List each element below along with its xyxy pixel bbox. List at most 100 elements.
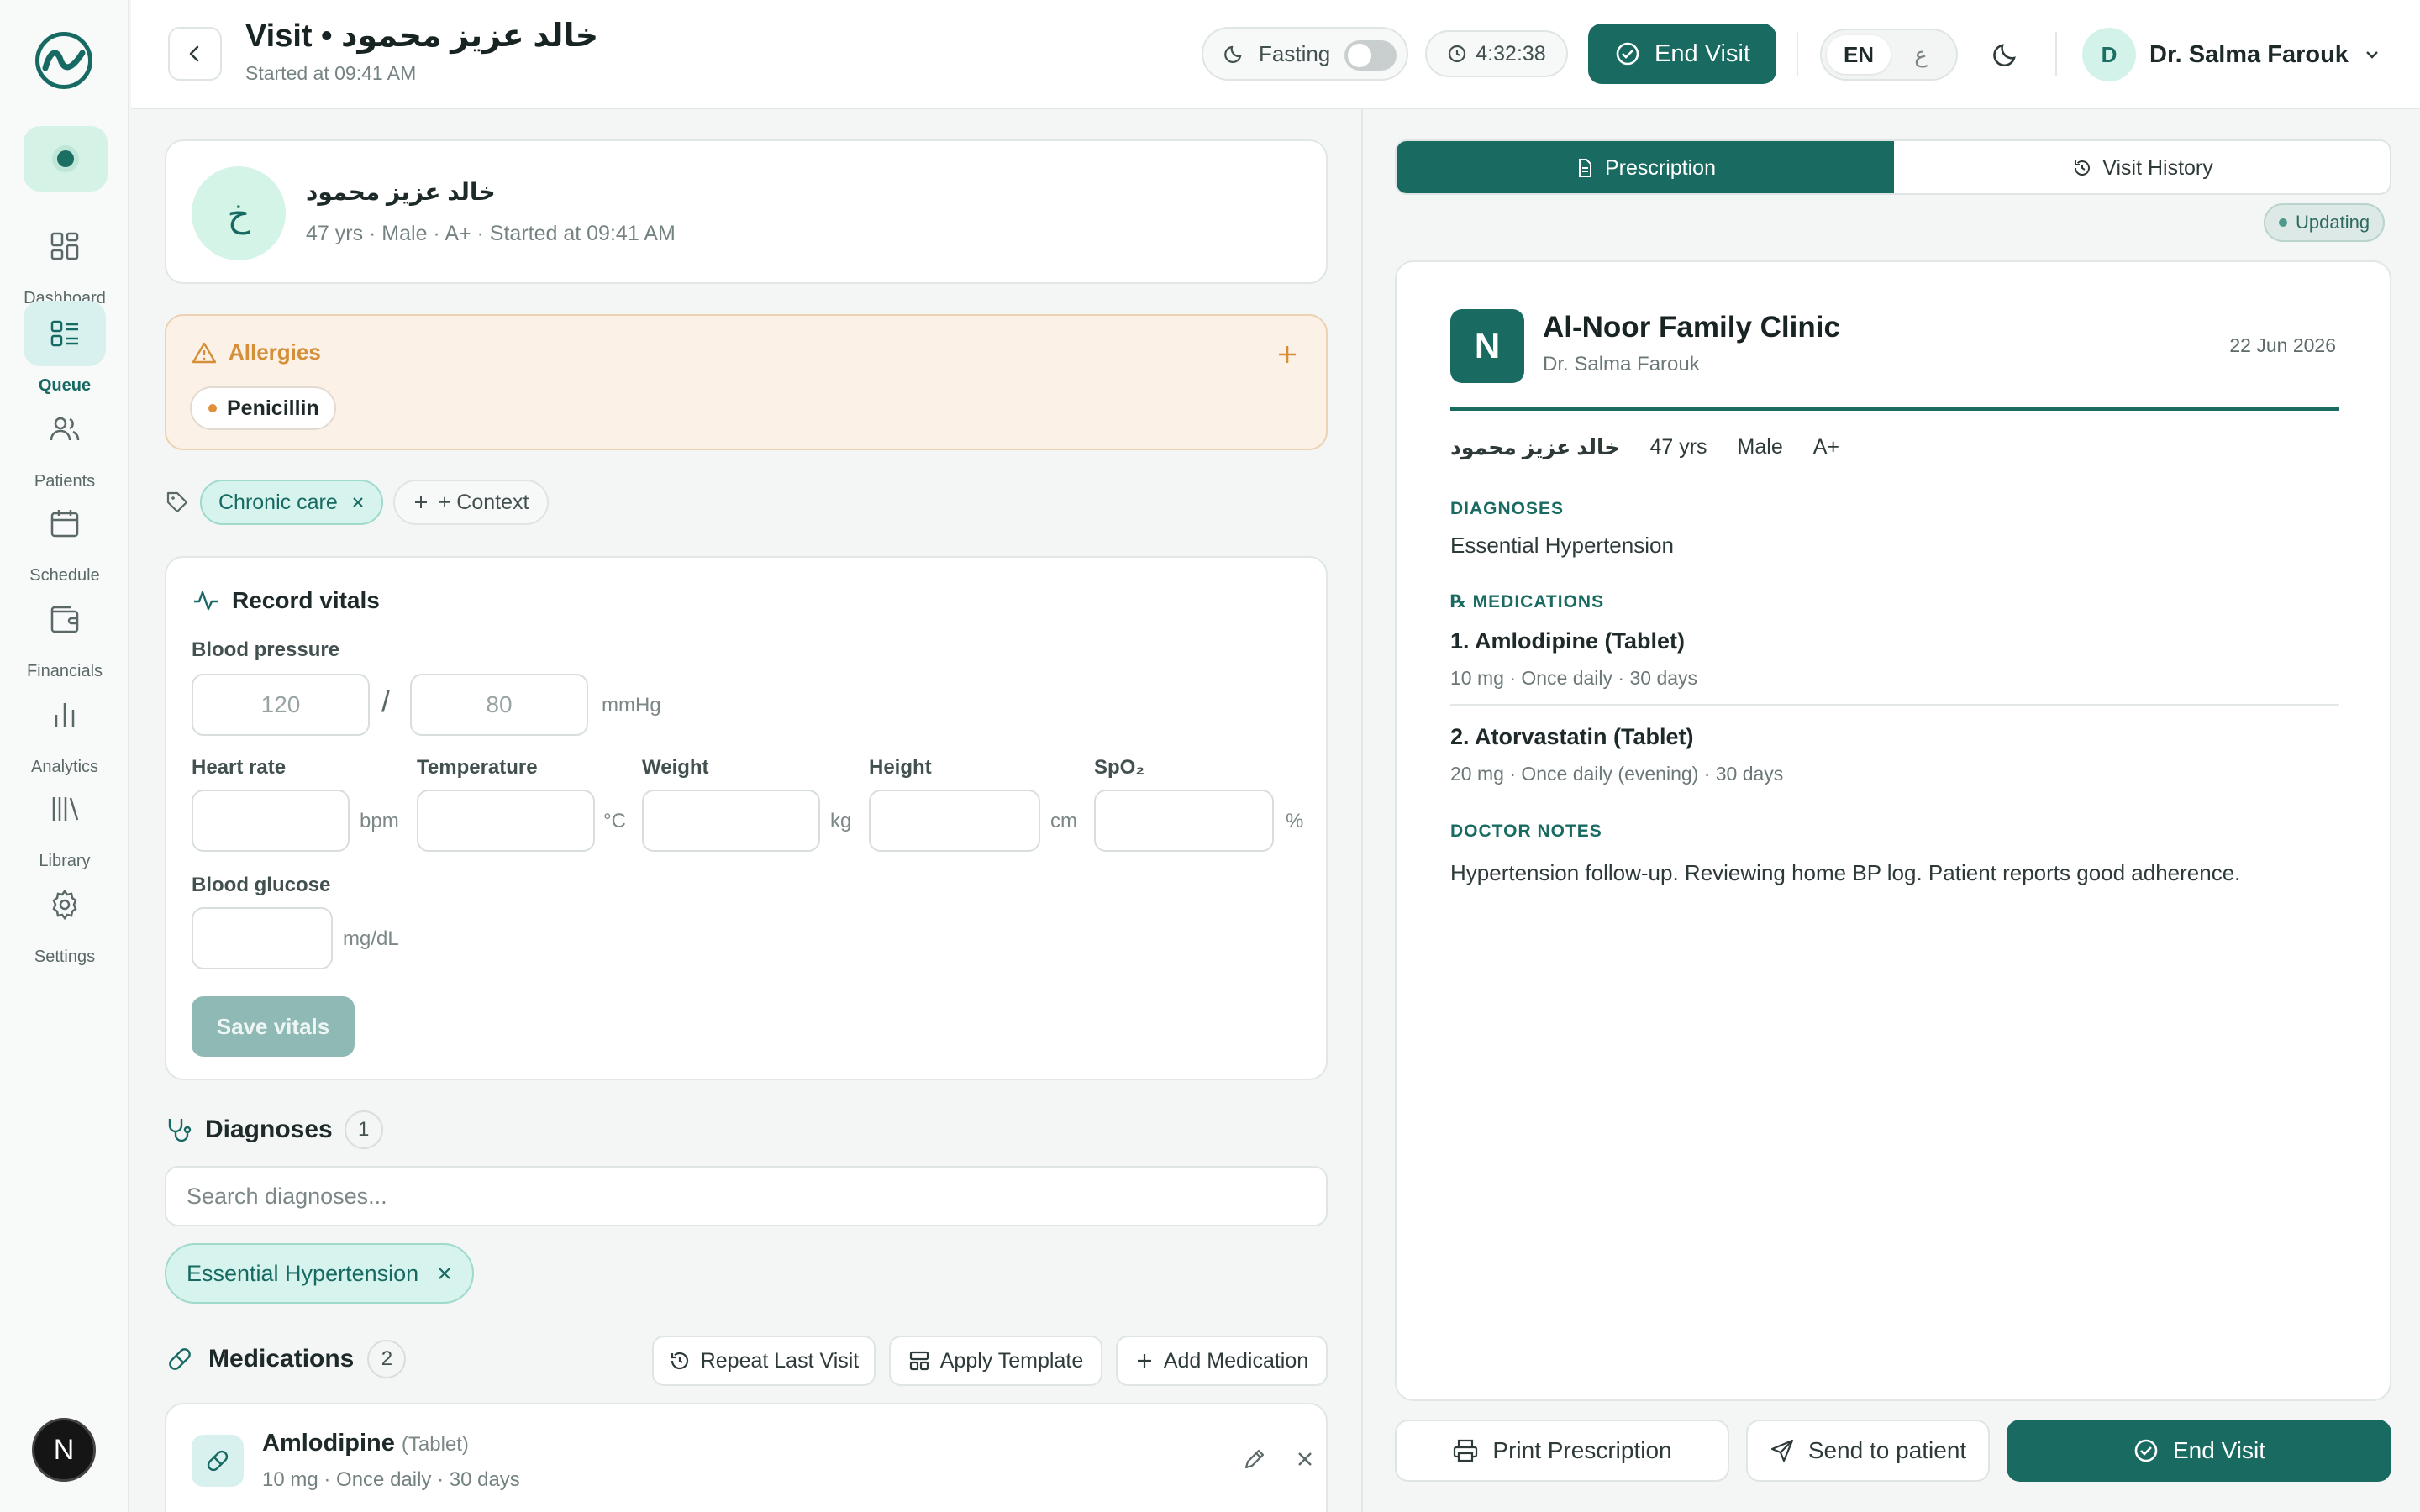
add-allergy-icon[interactable] (1274, 341, 1301, 368)
rx-med-title: 2. Atorvastatin (Tablet) (1450, 724, 1694, 749)
document-icon (1579, 159, 1591, 177)
height-input[interactable] (869, 790, 1040, 852)
repeat-last-visit-button[interactable]: Repeat Last Visit (652, 1336, 876, 1386)
allergies-card: Allergies Penicillin (165, 314, 1328, 450)
weight-input[interactable] (642, 790, 820, 852)
close-icon[interactable] (437, 1266, 452, 1281)
tag-icon (166, 491, 188, 513)
status-dot (57, 150, 74, 167)
updating-dot (2279, 218, 2287, 227)
rx-diagnoses-heading: DIAGNOSES (1450, 499, 1565, 518)
end-visit-bottom-label: End Visit (2173, 1437, 2265, 1463)
divider (1450, 704, 2339, 706)
weight-unit: kg (830, 810, 852, 832)
user-menu[interactable]: D Dr. Salma Farouk (2082, 25, 2382, 84)
warning-icon (192, 342, 217, 363)
apply-template-button[interactable]: Apply Template (889, 1336, 1102, 1386)
height-unit: cm (1050, 810, 1077, 832)
rx-patient-sex: Male (1737, 435, 1783, 459)
lang-ar-option[interactable]: ع (1889, 35, 1953, 74)
patient-avatar: خ (192, 166, 286, 260)
top-header: Visit • خالد عزيز محمود Started at 09:41… (131, 0, 2420, 109)
check-circle-icon (2134, 1439, 2158, 1462)
list-icon (24, 301, 106, 366)
end-visit-label: End Visit (1655, 39, 1750, 67)
diagnosis-search-input[interactable]: Search diagnoses... (165, 1166, 1328, 1226)
sidebar-item-label: Library (39, 852, 91, 870)
lang-en-option[interactable]: EN (1827, 35, 1891, 74)
sidebar-item-library[interactable]: Library (0, 776, 129, 870)
sidebar-item-schedule[interactable]: Schedule (0, 491, 129, 585)
heart-rate-unit: bpm (360, 810, 399, 832)
send-to-patient-button[interactable]: Send to patient (1746, 1420, 1990, 1482)
dark-mode-button[interactable] (1986, 35, 2025, 74)
sidebar-item-label: Analytics (30, 758, 99, 776)
divider (1797, 32, 1798, 76)
weight-label: Weight (642, 756, 709, 779)
app-logo[interactable] (35, 32, 92, 89)
printer-icon (1454, 1439, 1478, 1462)
heart-rate-input[interactable] (192, 790, 350, 852)
medications-header: Medications 2 (165, 1337, 407, 1381)
sidebar-item-label: Queue (38, 376, 92, 395)
page-title: Visit • خالد عزيز محمود (245, 18, 599, 54)
send-label: Send to patient (1807, 1437, 1967, 1463)
workspace-avatar[interactable]: N (32, 1418, 96, 1482)
sidebar-item-dashboard[interactable]: Dashboard (0, 213, 129, 307)
diagnosis-chip[interactable]: Essential Hypertension (165, 1243, 475, 1304)
sidebar-item-queue[interactable]: Queue (0, 301, 129, 395)
print-label: Print Prescription (1492, 1437, 1672, 1463)
end-visit-bottom-button[interactable]: End Visit (2007, 1420, 2391, 1482)
sidebar-item-label: Schedule (29, 566, 100, 585)
fasting-label: Fasting (1259, 40, 1331, 66)
sidebar-item-patients[interactable]: Patients (0, 396, 129, 491)
context-tag-chronic-care[interactable]: Chronic care (200, 480, 383, 525)
tab-visit-history[interactable]: Visit History (1894, 141, 2390, 193)
moon-icon (1993, 44, 2016, 66)
allergies-label: Allergies (229, 339, 321, 365)
save-vitals-button[interactable]: Save vitals (192, 996, 355, 1057)
glucose-input[interactable] (192, 907, 333, 969)
medications-count: 2 (367, 1340, 407, 1378)
sidebar-item-label: Financials (26, 662, 103, 680)
close-icon[interactable] (351, 496, 365, 509)
online-status-indicator[interactable] (24, 126, 108, 192)
back-button[interactable] (168, 27, 222, 81)
user-name: Dr. Salma Farouk (2149, 40, 2349, 68)
remove-medication-icon[interactable] (1292, 1446, 1318, 1472)
temperature-input[interactable] (417, 790, 595, 852)
add-medication-button[interactable]: Add Medication (1116, 1336, 1328, 1386)
vitals-card: Record vitals Blood pressure 120 / 80 mm… (165, 556, 1328, 1080)
sidebar-item-settings[interactable]: Settings (0, 872, 129, 966)
rx-diagnosis-text: Essential Hypertension (1450, 533, 1674, 558)
grid-icon (24, 213, 106, 279)
end-visit-button[interactable]: End Visit (1588, 24, 1776, 84)
sidebar-item-analytics[interactable]: Analytics (0, 682, 129, 776)
page-subtitle: Started at 09:41 AM (245, 62, 417, 84)
tab-history-label: Visit History (2102, 155, 2213, 180)
context-tags: Chronic care + Context (165, 479, 550, 526)
medication-meta: 10 mg · Once daily · 30 days (262, 1468, 520, 1491)
sidebar-item-financials[interactable]: Financials (0, 586, 129, 680)
temperature-unit: °C (603, 810, 626, 832)
calendar-icon (24, 491, 106, 556)
edit-icon[interactable] (1242, 1446, 1267, 1472)
tab-prescription[interactable]: Prescription (1397, 141, 1894, 193)
rx-patient-blood: A+ (1812, 435, 1840, 459)
check-circle-icon (1616, 42, 1639, 66)
chevron-left-icon (189, 45, 199, 62)
add-context-button[interactable]: + Context (392, 480, 550, 525)
spo2-input[interactable] (1094, 790, 1274, 852)
bp-systolic-input[interactable]: 120 (192, 674, 370, 736)
bp-diastolic-input[interactable]: 80 (410, 674, 588, 736)
pill-icon (169, 1348, 191, 1370)
medications-title: Medications (208, 1345, 355, 1373)
add-medication-label: Add Medication (1163, 1348, 1309, 1373)
users-icon (24, 396, 106, 462)
clinic-name: Al-Noor Family Clinic (1543, 311, 1840, 344)
fasting-switch[interactable] (1344, 40, 1397, 71)
heart-rate-label: Heart rate (192, 756, 287, 779)
print-prescription-button[interactable]: Print Prescription (1395, 1420, 1729, 1482)
updating-label: Updating (2296, 212, 2370, 233)
fasting-toggle[interactable]: Fasting (1202, 27, 1408, 81)
